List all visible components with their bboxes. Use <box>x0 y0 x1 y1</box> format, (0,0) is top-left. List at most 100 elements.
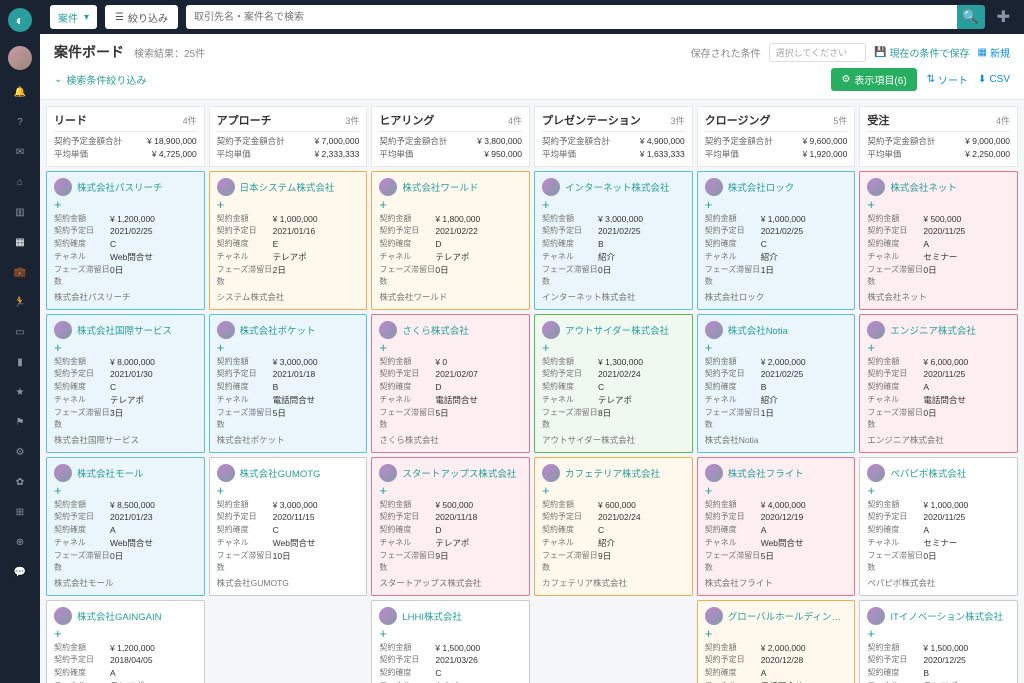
add-activity-button[interactable]: + <box>217 198 360 211</box>
add-new-icon[interactable]: ✚ <box>993 7 1014 27</box>
saved-conditions-select[interactable]: 選択してください <box>769 43 866 62</box>
deal-name[interactable]: インターネット株式会社 <box>565 180 670 194</box>
add-activity-button[interactable]: + <box>54 198 197 211</box>
deal-card[interactable]: 株式会社ワールド + 契約金額¥ 1,800,000 契約予定日2021/02/… <box>371 171 530 310</box>
deal-card[interactable]: 株式会社ネット + 契約金額¥ 500,000 契約予定日2020/11/25 … <box>859 171 1018 310</box>
deal-name[interactable]: 株式会社ポケット <box>240 323 316 337</box>
field-label: チャネル <box>54 537 110 550</box>
new-button[interactable]: ▦新規 <box>978 45 1010 60</box>
deal-name[interactable]: 株式会社ネット <box>890 180 957 194</box>
deal-card[interactable]: アウトサイダー株式会社 + 契約金額¥ 1,300,000 契約予定日2021/… <box>534 314 693 453</box>
add-activity-button[interactable]: + <box>217 341 360 354</box>
deal-card[interactable]: 株式会社ポケット + 契約金額¥ 3,000,000 契約予定日2021/01/… <box>209 314 368 453</box>
prob-value: A <box>923 524 929 537</box>
add-activity-button[interactable]: + <box>54 627 197 640</box>
stat-label: 平均単価 <box>54 148 88 161</box>
deal-name[interactable]: エンジニア株式会社 <box>890 323 976 337</box>
add-activity-button[interactable]: + <box>705 484 848 497</box>
add-activity-button[interactable]: + <box>54 484 197 497</box>
deal-name[interactable]: 株式会社GUMOTG <box>240 466 321 480</box>
flag-icon[interactable]: ⚑ <box>12 414 28 430</box>
category-dropdown[interactable]: 案件 ▾ <box>50 5 97 29</box>
home-icon[interactable]: ⌂ <box>12 174 28 190</box>
building-icon[interactable]: ▥ <box>12 204 28 220</box>
app-logo[interactable]: ◐ <box>8 8 32 32</box>
save-condition-button[interactable]: 💾現在の条件で保存 <box>874 45 969 60</box>
star-icon[interactable]: ★ <box>12 384 28 400</box>
deal-card[interactable]: さくら株式会社 + 契約金額¥ 0 契約予定日2021/02/07 契約確度D … <box>371 314 530 453</box>
add-activity-button[interactable]: + <box>867 484 1010 497</box>
activity-icon[interactable]: 🏃 <box>12 294 28 310</box>
display-columns-button[interactable]: ⚙表示項目(6) <box>831 68 916 91</box>
gear-icon[interactable]: ⚙ <box>12 444 28 460</box>
add-activity-button[interactable]: + <box>542 341 685 354</box>
expand-filter-toggle[interactable]: ⌄ 検索条件絞り込み <box>54 72 146 87</box>
add-activity-button[interactable]: + <box>217 484 360 497</box>
deal-card[interactable]: LHHI株式会社 + 契約金額¥ 1,500,000 契約予定日2021/03/… <box>371 600 530 683</box>
deal-card[interactable]: ITイノベーション株式会社 + 契約金額¥ 1,500,000 契約予定日202… <box>859 600 1018 683</box>
add-activity-button[interactable]: + <box>542 198 685 211</box>
deal-card[interactable]: ペパピポ株式会社 + 契約金額¥ 1,000,000 契約予定日2020/11/… <box>859 457 1018 596</box>
board-icon[interactable]: ▦ <box>12 234 28 250</box>
deal-name[interactable]: カフェテリア株式会社 <box>565 466 660 480</box>
add-activity-button[interactable]: + <box>542 484 685 497</box>
filter-button[interactable]: ☰ 絞り込み <box>105 5 178 29</box>
add-activity-button[interactable]: + <box>379 627 522 640</box>
add-activity-button[interactable]: + <box>54 341 197 354</box>
add-icon[interactable]: ⊕ <box>12 534 28 550</box>
deal-name[interactable]: 株式会社Notia <box>728 323 788 337</box>
bell-icon[interactable]: 🔔 <box>12 84 28 100</box>
help-icon[interactable]: ? <box>12 114 28 130</box>
deal-name[interactable]: 株式会社パスリーチ <box>77 180 163 194</box>
deal-name[interactable]: ペパピポ株式会社 <box>890 466 966 480</box>
deal-name[interactable]: グローバルホールディングス株式会社 <box>728 609 848 623</box>
deal-name[interactable]: 株式会社フライト <box>728 466 804 480</box>
deal-card[interactable]: 株式会社Notia + 契約金額¥ 2,000,000 契約予定日2021/02… <box>697 314 856 453</box>
apps-icon[interactable]: ⊞ <box>12 504 28 520</box>
sort-button[interactable]: ⇅ソート <box>927 72 968 87</box>
deal-name[interactable]: 株式会社モール <box>77 466 144 480</box>
add-activity-button[interactable]: + <box>705 198 848 211</box>
deal-card[interactable]: スタートアップス株式会社 + 契約金額¥ 500,000 契約予定日2020/1… <box>371 457 530 596</box>
deal-card[interactable]: 株式会社パスリーチ + 契約金額¥ 1,200,000 契約予定日2021/02… <box>46 171 205 310</box>
deal-name[interactable]: ITイノベーション株式会社 <box>890 609 1003 623</box>
deal-name[interactable]: 株式会社国際サービス <box>77 323 172 337</box>
add-activity-button[interactable]: + <box>379 484 522 497</box>
deal-name[interactable]: 株式会社ロック <box>728 180 795 194</box>
mail-icon[interactable]: ✉ <box>12 144 28 160</box>
user-avatar[interactable] <box>8 46 32 70</box>
deal-card[interactable]: カフェテリア株式会社 + 契約金額¥ 600,000 契約予定日2021/02/… <box>534 457 693 596</box>
deal-name[interactable]: アウトサイダー株式会社 <box>565 323 669 337</box>
deal-card[interactable]: グローバルホールディングス株式会社 + 契約金額¥ 2,000,000 契約予定… <box>697 600 856 683</box>
deal-card[interactable]: 日本システム株式会社 + 契約金額¥ 1,000,000 契約予定日2021/0… <box>209 171 368 310</box>
deal-card[interactable]: 株式会社フライト + 契約金額¥ 4,000,000 契約予定日2020/12/… <box>697 457 856 596</box>
add-activity-button[interactable]: + <box>379 341 522 354</box>
add-activity-button[interactable]: + <box>867 341 1010 354</box>
search-button[interactable]: 🔍 <box>957 5 985 29</box>
add-activity-button[interactable]: + <box>379 198 522 211</box>
deal-name[interactable]: LHHI株式会社 <box>402 609 462 623</box>
deal-name[interactable]: 株式会社ワールド <box>402 180 478 194</box>
deal-card[interactable]: エンジニア株式会社 + 契約金額¥ 6,000,000 契約予定日2020/11… <box>859 314 1018 453</box>
add-activity-button[interactable]: + <box>705 341 848 354</box>
search-input[interactable] <box>186 5 957 29</box>
deal-card[interactable]: インターネット株式会社 + 契約金額¥ 3,000,000 契約予定日2021/… <box>534 171 693 310</box>
deal-name[interactable]: さくら株式会社 <box>402 323 469 337</box>
deal-name[interactable]: スタートアップス株式会社 <box>402 466 516 480</box>
csv-export-button[interactable]: ⬇CSV <box>978 74 1010 85</box>
card-icon[interactable]: ▭ <box>12 324 28 340</box>
chat-icon[interactable]: 💬 <box>12 564 28 580</box>
deal-card[interactable]: 株式会社GAINGAIN + 契約金額¥ 1,200,000 契約予定日2018… <box>46 600 205 683</box>
briefcase-icon[interactable]: 💼 <box>12 264 28 280</box>
deal-name[interactable]: 株式会社GAINGAIN <box>77 609 161 623</box>
add-activity-button[interactable]: + <box>705 627 848 640</box>
deal-name[interactable]: 日本システム株式会社 <box>240 180 335 194</box>
deal-card[interactable]: 株式会社国際サービス + 契約金額¥ 8,000,000 契約予定日2021/0… <box>46 314 205 453</box>
add-activity-button[interactable]: + <box>867 627 1010 640</box>
deal-card[interactable]: 株式会社ロック + 契約金額¥ 1,000,000 契約予定日2021/02/2… <box>697 171 856 310</box>
add-activity-button[interactable]: + <box>867 198 1010 211</box>
settings-icon[interactable]: ✿ <box>12 474 28 490</box>
deal-card[interactable]: 株式会社GUMOTG + 契約金額¥ 3,000,000 契約予定日2020/1… <box>209 457 368 596</box>
chart-icon[interactable]: ▮ <box>12 354 28 370</box>
deal-card[interactable]: 株式会社モール + 契約金額¥ 8,500,000 契約予定日2021/01/2… <box>46 457 205 596</box>
